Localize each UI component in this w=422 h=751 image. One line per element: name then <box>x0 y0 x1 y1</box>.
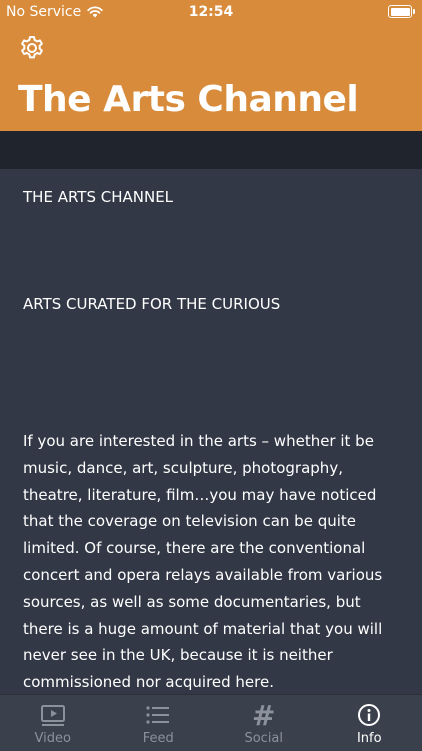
tab-feed-label: Feed <box>143 731 174 746</box>
info-content[interactable]: THE ARTS CHANNEL ARTS CURATED FOR THE CU… <box>0 169 422 694</box>
header-divider-band <box>0 131 422 169</box>
app-header: No Service 12:54 The Arts Channel <box>0 0 422 131</box>
settings-button[interactable] <box>18 34 46 62</box>
tab-social[interactable]: # Social <box>211 695 317 751</box>
tab-video[interactable]: Video <box>0 695 106 751</box>
battery-icon <box>388 5 412 18</box>
tab-info-label: Info <box>357 731 382 746</box>
tab-video-label: Video <box>35 731 71 746</box>
tab-info[interactable]: Info <box>317 695 422 751</box>
tab-feed[interactable]: Feed <box>106 695 212 751</box>
info-icon <box>355 703 383 729</box>
tab-bar: Video Feed # Social Info <box>0 694 422 751</box>
clock: 12:54 <box>0 4 422 20</box>
content-body: If you are interested in the arts – whet… <box>23 428 401 694</box>
hashtag-icon: # <box>252 703 275 729</box>
video-icon <box>39 703 67 729</box>
list-icon <box>144 703 172 729</box>
status-bar: No Service 12:54 <box>0 0 422 24</box>
tab-social-label: Social <box>244 731 283 746</box>
content-subheading: ARTS CURATED FOR THE CURIOUS <box>23 295 401 313</box>
gear-icon <box>18 34 46 62</box>
page-title: The Arts Channel <box>18 76 358 124</box>
content-heading: THE ARTS CHANNEL <box>23 188 401 206</box>
